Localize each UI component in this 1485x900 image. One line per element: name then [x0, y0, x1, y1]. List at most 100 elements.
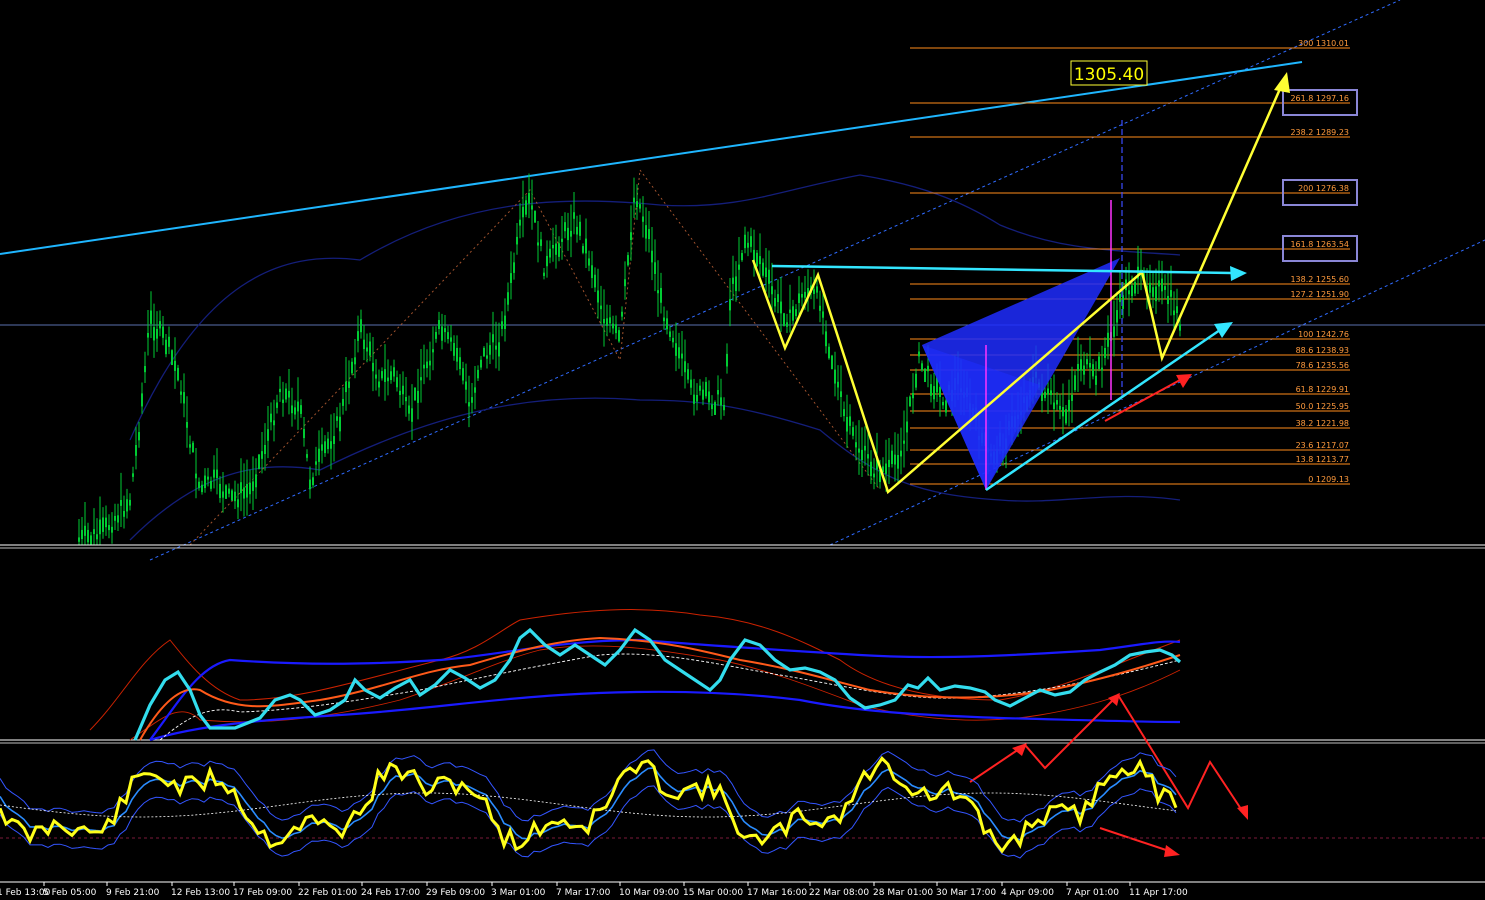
candle-body — [1155, 286, 1157, 302]
candle-body — [231, 490, 233, 501]
candle-body — [552, 244, 554, 249]
fib-level-label: 238.2 1289.23 — [1290, 128, 1349, 137]
candle-body — [507, 292, 509, 305]
candle-body — [576, 226, 578, 235]
candle-body — [651, 250, 653, 263]
candle-body — [588, 258, 590, 266]
candle-body — [921, 363, 923, 371]
candle-body — [297, 401, 299, 412]
candle-body — [1173, 310, 1175, 316]
candle-body — [747, 242, 749, 248]
candle-body — [210, 480, 212, 489]
candle-body — [765, 267, 767, 277]
candle-body — [1068, 399, 1070, 412]
candle-body — [783, 313, 785, 327]
candle-body — [411, 408, 413, 422]
candle-body — [183, 392, 185, 404]
candle-body — [504, 315, 506, 330]
candle-body — [1164, 286, 1166, 290]
candle-body — [114, 515, 116, 521]
candle-body — [579, 221, 581, 236]
candle-body — [624, 279, 626, 287]
fib-level-label: 161.8 1263.54 — [1290, 240, 1349, 249]
candle-body — [498, 342, 500, 357]
candle-body — [150, 310, 152, 324]
candle-body — [261, 451, 263, 459]
candle-body — [474, 387, 476, 393]
candle-body — [438, 320, 440, 330]
candle-body — [918, 351, 920, 357]
candle-body — [372, 362, 374, 372]
x-axis-label: 17 Feb 09:00 — [233, 888, 292, 898]
candle-body — [1062, 407, 1064, 417]
candle-body — [522, 206, 524, 218]
candle-body — [156, 328, 158, 339]
candle-body — [930, 384, 932, 396]
candle-body — [378, 381, 380, 388]
candle-body — [1116, 310, 1118, 323]
candle-body — [1083, 365, 1085, 375]
candle-body — [735, 276, 737, 292]
candle-body — [165, 339, 167, 355]
candle-body — [453, 343, 455, 356]
candle-body — [642, 216, 644, 222]
candle-body — [570, 230, 572, 237]
candle-body — [738, 264, 740, 270]
candle-body — [1065, 409, 1067, 424]
x-axis-label: 24 Feb 17:00 — [361, 888, 420, 898]
price-label: 1305.40 — [1074, 65, 1144, 85]
candle-body — [87, 529, 89, 543]
candle-body — [258, 454, 260, 470]
candle-body — [609, 317, 611, 324]
candle-body — [465, 381, 467, 390]
candle-body — [513, 262, 515, 273]
candle-body — [888, 459, 890, 468]
candle-body — [1098, 356, 1100, 369]
candle-body — [615, 324, 617, 334]
candle-body — [501, 321, 503, 329]
candle-body — [240, 482, 242, 494]
candle-body — [480, 359, 482, 368]
candle-body — [288, 390, 290, 398]
x-axis-label: 7 Mar 17:00 — [556, 888, 611, 898]
candle-body — [396, 377, 398, 388]
candle-body — [927, 365, 929, 372]
candle-body — [489, 345, 491, 355]
candle-body — [702, 389, 704, 400]
candle-body — [699, 385, 701, 391]
candle-body — [339, 416, 341, 432]
candle-body — [483, 347, 485, 357]
candle-body — [237, 499, 239, 508]
candle-body — [1044, 391, 1046, 399]
candle-body — [402, 385, 404, 395]
candle-body — [567, 227, 569, 241]
candle-body — [537, 242, 539, 246]
fib-level-label: 61.8 1229.91 — [1296, 385, 1349, 394]
candle-body — [204, 475, 206, 489]
candle-body — [813, 289, 815, 294]
candle-body — [327, 438, 329, 450]
candle-body — [345, 381, 347, 393]
candle-body — [636, 201, 638, 208]
candle-body — [84, 525, 86, 536]
trading-chart: 300 1310.01 261.8 1297.16 238.2 1289.23 200… — [0, 0, 1485, 900]
candle-body — [1080, 359, 1082, 371]
candle-body — [531, 205, 533, 210]
candle-body — [93, 529, 95, 535]
candle-body — [771, 286, 773, 295]
candle-body — [315, 461, 317, 465]
candle-body — [804, 291, 806, 298]
candle-body — [1179, 324, 1181, 331]
candle-body — [270, 413, 272, 423]
candle-body — [432, 349, 434, 353]
candle-body — [96, 534, 98, 540]
candle-body — [195, 473, 197, 479]
candle-body — [462, 368, 464, 381]
candle-body — [171, 350, 173, 366]
candle-body — [750, 236, 752, 247]
x-axis-label: 3 Mar 01:00 — [491, 888, 546, 898]
candle-body — [435, 331, 437, 339]
candle-body — [213, 469, 215, 478]
candle-body — [516, 236, 518, 245]
candle-body — [342, 399, 344, 406]
